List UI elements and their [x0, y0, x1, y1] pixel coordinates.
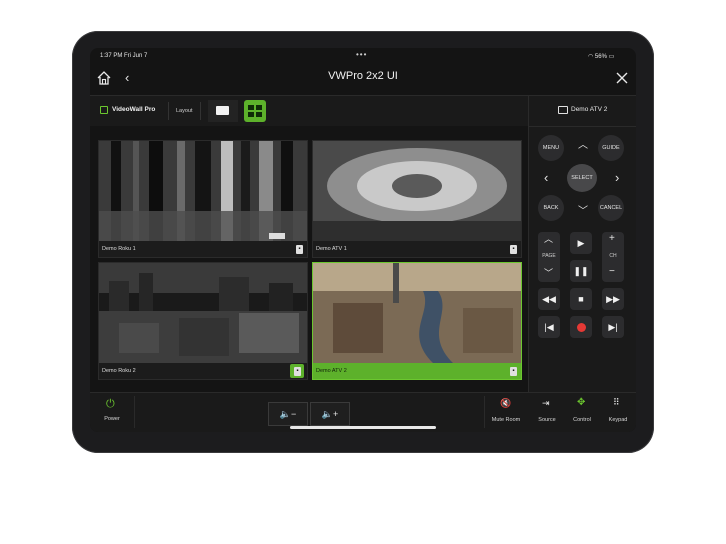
page-rocker[interactable]: ︿ PAGE ﹀: [538, 232, 560, 282]
play-icon: ▶: [577, 238, 585, 248]
keypad-button[interactable]: ⠿ Keypad: [602, 396, 634, 428]
menu-button[interactable]: MENU: [538, 135, 564, 161]
videowall-logo-icon: [100, 106, 108, 114]
battery-percent: 56%: [594, 54, 607, 60]
page-up-icon[interactable]: ︿: [544, 232, 553, 245]
volume-down-button[interactable]: 🔈−: [268, 402, 308, 426]
skip-back-button[interactable]: |◀: [538, 316, 560, 338]
stop-icon: ■: [578, 294, 584, 304]
source-button[interactable]: ⇥ Source: [532, 396, 562, 428]
mute-room-label: Mute Room: [491, 417, 521, 423]
power-button[interactable]: ⏻ Power: [94, 396, 130, 428]
right-arrow-icon[interactable]: ›: [615, 170, 619, 185]
back-button[interactable]: BACK: [538, 195, 564, 221]
toolbar-divider-2: [200, 102, 201, 120]
mute-room-button[interactable]: 🔇 Mute Room: [486, 396, 526, 428]
volume-down-icon: 🔈−: [279, 409, 297, 419]
page-title: VWPro 2x2 UI: [328, 70, 398, 82]
single-layout-icon: [216, 106, 229, 115]
remote-header-divider: [528, 126, 636, 127]
guide-button[interactable]: GUIDE: [598, 135, 624, 161]
channel-down-icon[interactable]: −: [609, 266, 615, 277]
fish-school-thumbnail: [313, 141, 521, 241]
power-icon: ⏻: [106, 398, 115, 410]
forest-thumbnail: [99, 141, 307, 241]
up-arrow-icon[interactable]: ︿: [578, 136, 588, 151]
record-icon: [576, 323, 586, 333]
close-icon[interactable]: [616, 71, 628, 89]
rewind-button[interactable]: ◀◀: [538, 288, 560, 310]
app-screen: 1:37 PM Fri Jun 7 ••• ◠ 56% ▭ ‹ VWPro 2x…: [90, 48, 636, 432]
play-button[interactable]: ▶: [570, 232, 592, 254]
mute-icon: 🔇: [500, 398, 512, 408]
wifi-icon: ◠: [588, 54, 594, 60]
keypad-icon: ⠿: [613, 397, 620, 407]
status-battery-group: ◠ 56% ▭: [588, 53, 614, 60]
layout-label: Layout: [176, 108, 193, 114]
channel-up-icon[interactable]: +: [609, 233, 615, 244]
source-icon: ⇥: [542, 398, 550, 408]
video-tile-roku-2[interactable]: Demo Roku 2 ▪: [98, 262, 308, 380]
page-down-icon[interactable]: ﹀: [544, 266, 553, 279]
layout-2x2-button[interactable]: [244, 100, 266, 122]
page-label: PAGE: [542, 253, 556, 259]
skip-forward-button[interactable]: ▶|: [602, 316, 624, 338]
bottom-separator-2: [484, 396, 485, 428]
london-aerial-thumbnail: [313, 263, 521, 363]
brand-name: VideoWall Pro: [112, 106, 156, 113]
rewind-icon: ◀◀: [542, 294, 556, 304]
fast-forward-icon: ▶▶: [606, 294, 620, 304]
multitask-dots[interactable]: •••: [356, 50, 367, 59]
pause-icon: ❚❚: [573, 266, 589, 276]
volume-up-button[interactable]: 🔈+: [310, 402, 350, 426]
tile-label: Demo ATV 2: [313, 363, 521, 379]
video-tile-atv-1[interactable]: Demo ATV 1 ▪: [312, 140, 522, 258]
control-button[interactable]: ✥ Control: [564, 396, 600, 428]
device-panel-title: Demo ATV 2: [571, 106, 608, 113]
tile-label: Demo ATV 1: [313, 241, 521, 257]
lock-icon[interactable]: ▪: [296, 245, 303, 254]
lock-icon[interactable]: ▪: [510, 367, 517, 376]
fast-forward-button[interactable]: ▶▶: [602, 288, 624, 310]
cancel-button[interactable]: CANCEL: [598, 195, 624, 221]
home-indicator[interactable]: [290, 426, 436, 429]
down-arrow-icon[interactable]: ﹀: [578, 202, 588, 217]
stop-button[interactable]: ■: [570, 288, 592, 310]
lock-icon[interactable]: ▪: [510, 245, 517, 254]
pause-button[interactable]: ❚❚: [570, 260, 592, 282]
tile-label: Demo Roku 1: [99, 241, 307, 257]
skip-back-icon: |◀: [544, 322, 554, 332]
layout-single-button[interactable]: [208, 100, 238, 122]
skip-forward-icon: ▶|: [608, 322, 618, 332]
tv-icon: [558, 106, 568, 114]
status-time: 1:37 PM Fri Jun 7: [100, 53, 148, 59]
source-label: Source: [538, 417, 556, 423]
record-button[interactable]: [570, 316, 592, 338]
battery-icon: ▭: [608, 54, 615, 60]
active-audio-badge[interactable]: ▪: [290, 364, 304, 378]
control-label: Control: [573, 417, 591, 423]
power-label: Power: [104, 416, 120, 422]
keypad-label: Keypad: [608, 417, 628, 423]
lock-icon: ▪: [294, 367, 301, 376]
tile-label: Demo Roku 2: [99, 363, 307, 379]
dpad-icon: ✥: [577, 397, 586, 408]
video-tile-roku-1[interactable]: Demo Roku 1 ▪: [98, 140, 308, 258]
toolbar-divider: [168, 102, 169, 120]
channel-rocker[interactable]: + CH −: [602, 232, 624, 282]
select-button[interactable]: SELECT: [567, 164, 597, 192]
city-night-thumbnail: [99, 263, 307, 363]
channel-label: CH: [609, 253, 617, 259]
grid-2x2-icon: [248, 105, 262, 117]
volume-up-icon: 🔈+: [321, 409, 339, 419]
left-arrow-icon[interactable]: ‹: [544, 170, 548, 185]
video-tile-atv-2[interactable]: Demo ATV 2 ▪: [312, 262, 522, 380]
bottom-separator: [134, 396, 135, 428]
toolbar: [90, 96, 528, 126]
